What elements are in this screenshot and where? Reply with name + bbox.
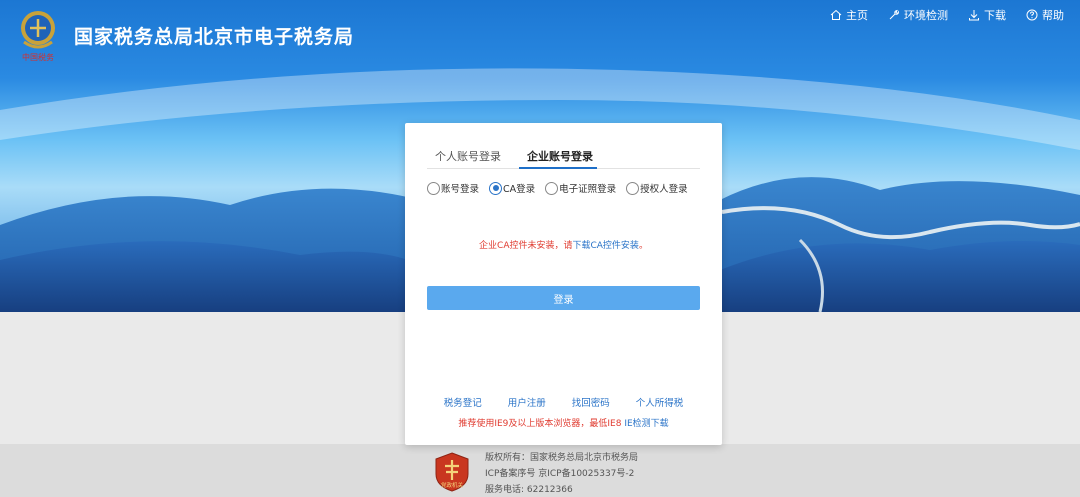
personal-income-tax-link[interactable]: 个人所得税 bbox=[636, 395, 684, 409]
login-tabs: 个人账号登录 企业账号登录 bbox=[427, 145, 700, 169]
icp-record-text: ICP备案序号 京ICP备10025337号-2 bbox=[485, 469, 635, 479]
radio-circle[interactable] bbox=[489, 181, 503, 195]
nav-download[interactable]: 下载 bbox=[968, 7, 1006, 23]
nav-help-label: 帮助 bbox=[1042, 9, 1064, 22]
svg-text:中国税务: 中国税务 bbox=[22, 52, 54, 62]
browser-note-text: 推荐使用IE9及以上版本浏览器，最低IE8 bbox=[458, 419, 622, 429]
user-register-link[interactable]: 用户注册 bbox=[508, 395, 546, 409]
home-icon bbox=[830, 9, 842, 20]
nav-home[interactable]: 主页 bbox=[830, 7, 868, 23]
radio-authorized-login[interactable]: 授权人登录 bbox=[626, 181, 688, 195]
radio-label: CA登录 bbox=[503, 184, 536, 195]
warning-suffix: 。 bbox=[638, 241, 648, 251]
tab-enterprise-login[interactable]: 企业账号登录 bbox=[519, 145, 597, 169]
radio-label: 账号登录 bbox=[441, 184, 480, 195]
login-card: 个人账号登录 企业账号登录 账号登录 CA登录 电子证照登录 授权人登录 企业C… bbox=[405, 123, 722, 445]
nav-home-label: 主页 bbox=[846, 9, 868, 22]
nav-download-label: 下载 bbox=[984, 9, 1006, 22]
recover-password-link[interactable]: 找回密码 bbox=[572, 395, 610, 409]
login-button[interactable]: 登录 bbox=[427, 286, 700, 310]
svg-text:党政机关: 党政机关 bbox=[441, 481, 464, 489]
radio-account-login[interactable]: 账号登录 bbox=[427, 181, 479, 195]
download-icon bbox=[969, 10, 979, 21]
download-ca-link[interactable]: 下载CA控件安装 bbox=[572, 241, 638, 251]
tools-icon bbox=[889, 9, 900, 20]
warning-text: 企业CA控件未安装，请 bbox=[479, 241, 573, 251]
ie-check-download-link[interactable]: IE检测下载 bbox=[624, 419, 668, 429]
tab-personal-login[interactable]: 个人账号登录 bbox=[427, 145, 505, 168]
footer-links: 税务登记 用户注册 找回密码 个人所得税 bbox=[405, 395, 722, 409]
radio-circle[interactable] bbox=[427, 181, 440, 195]
copyright-text: 版权所有：国家税务总局北京市税务局 bbox=[485, 453, 639, 463]
site-title: 国家税务总局北京市电子税务局 bbox=[74, 26, 355, 48]
browser-recommendation: 推荐使用IE9及以上版本浏览器，最低IE8 IE检测下载 bbox=[405, 416, 722, 429]
tax-emblem-logo: 中国税务 bbox=[16, 8, 60, 62]
radio-e-license-login[interactable]: 电子证照登录 bbox=[545, 181, 616, 195]
nav-env-check[interactable]: 环境检测 bbox=[888, 7, 948, 23]
radio-circle[interactable] bbox=[626, 181, 640, 195]
radio-label: 电子证照登录 bbox=[559, 184, 617, 195]
service-phone-text: 服务电话: 62212366 bbox=[485, 485, 573, 495]
footer-info: 版权所有：国家税务总局北京市税务局 ICP备案序号 京ICP备10025337号… bbox=[485, 450, 638, 497]
radio-ca-login[interactable]: CA登录 bbox=[489, 181, 535, 195]
radio-label: 授权人登录 bbox=[640, 184, 688, 195]
radio-circle[interactable] bbox=[545, 181, 559, 195]
nav-help[interactable]: 帮助 bbox=[1026, 7, 1064, 23]
party-government-badge[interactable]: 党政机关 bbox=[434, 452, 470, 492]
help-icon bbox=[1026, 9, 1038, 21]
login-method-group: 账号登录 CA登录 电子证照登录 授权人登录 bbox=[427, 181, 688, 195]
ca-warning-message: 企业CA控件未安装，请下载CA控件安装。 bbox=[405, 238, 722, 251]
nav-env-check-label: 环境检测 bbox=[904, 9, 948, 22]
tax-registration-link[interactable]: 税务登记 bbox=[444, 395, 482, 409]
top-navigation: 主页 环境检测 下载 帮助 bbox=[830, 7, 1064, 23]
